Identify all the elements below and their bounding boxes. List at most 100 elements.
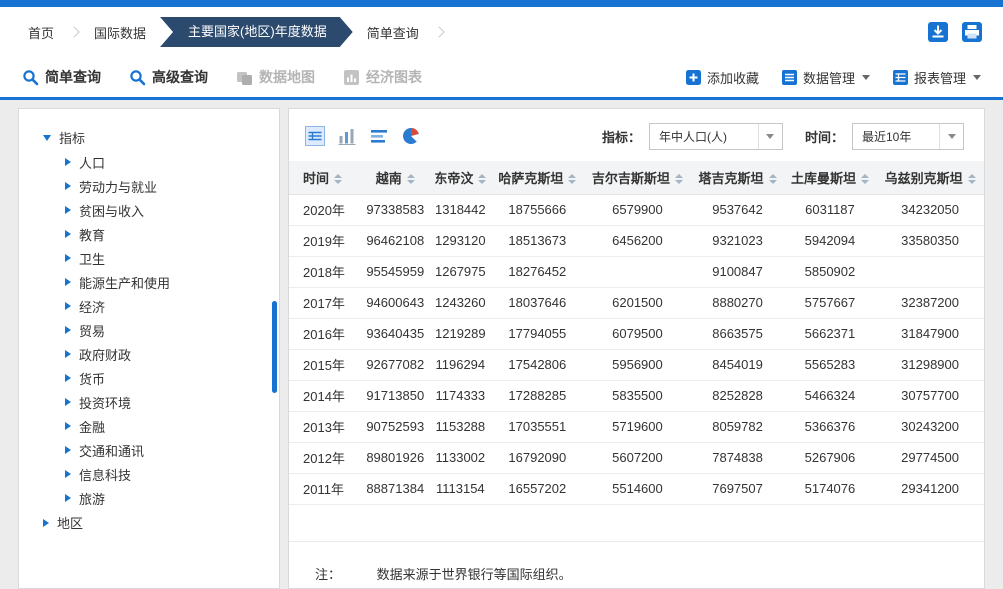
column-header-label: 东帝汶: [434, 171, 473, 186]
table-cell: 5662371: [784, 318, 876, 349]
table-row[interactable]: 2016年93640435121928917794055607950086635…: [289, 318, 984, 349]
chevron-right-icon: [65, 230, 71, 238]
pie-chart-view-icon[interactable]: [401, 126, 421, 146]
map-icon: [236, 69, 253, 86]
breadcrumb: 首页 国际数据主要国家(地区)年度数据简单查询: [20, 17, 451, 47]
column-header-8[interactable]: 乌兹别克斯坦: [876, 161, 984, 194]
source-note: 注： 数据来源于世界银行等国际组织。: [289, 542, 984, 583]
toolbar-item-advanced-query[interactable]: 高级查询: [129, 67, 208, 87]
breadcrumb-tab-1[interactable]: 首页: [20, 23, 62, 42]
sidebar-item-5[interactable]: 卫生: [19, 246, 279, 270]
column-header-2[interactable]: 越南: [361, 161, 430, 194]
sort-icon[interactable]: [334, 174, 342, 184]
chevron-down-icon: [43, 135, 51, 141]
chevron-right-icon: [68, 26, 79, 37]
toolbar-item-simple-query[interactable]: 简单查询: [22, 67, 101, 87]
toolbar-item-data-management[interactable]: 数据管理: [781, 68, 870, 87]
sidebar-item-8[interactable]: 贸易: [19, 318, 279, 342]
download-icon[interactable]: [927, 21, 949, 43]
sidebar-bottom-label: 地区: [57, 513, 83, 532]
toolbar-item-report-management[interactable]: 报表管理: [892, 68, 981, 87]
table-row[interactable]: 2020年97338583131844218755666657990095376…: [289, 194, 984, 225]
sidebar-item-label: 投资环境: [79, 393, 131, 412]
indicator-label: 指标：: [602, 127, 641, 146]
table-row[interactable]: 2012年89801926113300216792090560720078748…: [289, 442, 984, 473]
table-row[interactable]: 2014年91713850117433317288285583550082528…: [289, 380, 984, 411]
table-cell: 8663575: [691, 318, 783, 349]
sort-icon[interactable]: [861, 174, 869, 184]
chevron-right-icon: [65, 470, 71, 478]
table-cell: [876, 256, 984, 287]
indicator-select[interactable]: 年中人口(人): [649, 123, 783, 150]
sort-icon[interactable]: [769, 174, 777, 184]
sidebar-scrollbar-thumb[interactable]: [272, 301, 277, 393]
table-cell: 1219289: [430, 318, 492, 349]
row-year: 2015年: [289, 349, 361, 380]
note-prefix: 注：: [315, 567, 341, 582]
row-year: 2012年: [289, 442, 361, 473]
table-cell: 97338583: [361, 194, 430, 225]
column-header-7[interactable]: 土库曼斯坦: [784, 161, 876, 194]
sidebar-root-indicators[interactable]: 指标: [19, 125, 279, 150]
sort-icon[interactable]: [478, 174, 486, 184]
sidebar: 指标 人口劳动力与就业贫困与收入教育卫生能源生产和使用经济贸易政府财政货币投资环…: [18, 108, 280, 589]
sidebar-item-13[interactable]: 交通和通讯: [19, 438, 279, 462]
table-cell: 29774500: [876, 442, 984, 473]
chevron-right-icon: [65, 326, 71, 334]
sidebar-item-9[interactable]: 政府财政: [19, 342, 279, 366]
table-row[interactable]: 2015年92677082119629417542806595690084540…: [289, 349, 984, 380]
table-header-row: 时间越南东帝汶 哈萨克斯坦吉尔吉斯斯坦塔吉克斯坦土库曼斯坦乌兹别克斯坦: [289, 161, 984, 194]
sidebar-item-label: 旅游: [79, 489, 105, 508]
table-row[interactable]: 2011年88871384111315416557202551460076975…: [289, 473, 984, 504]
filters: 指标： 年中人口(人) 时间： 最近10年: [602, 123, 968, 150]
sidebar-item-10[interactable]: 货币: [19, 366, 279, 390]
sidebar-item-3[interactable]: 贫困与收入: [19, 198, 279, 222]
table-cell: 32387200: [876, 287, 984, 318]
sort-icon[interactable]: [968, 174, 976, 184]
breadcrumb-tab-4[interactable]: 简单查询: [359, 23, 427, 42]
breadcrumb-tab-3[interactable]: 主要国家(地区)年度数据: [160, 17, 353, 47]
toolbar-item-label: 经济图表: [366, 67, 422, 87]
column-header-6[interactable]: 塔吉克斯坦: [691, 161, 783, 194]
column-header-1[interactable]: 时间: [289, 161, 361, 194]
chevron-right-icon: [65, 494, 71, 502]
column-header-3[interactable]: 东帝汶: [430, 161, 492, 194]
breadcrumb-tab-2[interactable]: 国际数据: [86, 23, 154, 42]
toolbar-item-add-favorite[interactable]: 添加收藏: [685, 68, 759, 87]
chevron-right-icon: [65, 158, 71, 166]
time-select[interactable]: 最近10年: [852, 123, 964, 150]
sidebar-root-regions[interactable]: 地区: [19, 510, 279, 535]
sort-icon[interactable]: [568, 174, 576, 184]
table-cell: 95545959: [361, 256, 430, 287]
chevron-right-icon: [65, 374, 71, 382]
table-row[interactable]: 2018年95545959126797518276452910084758509…: [289, 256, 984, 287]
sidebar-item-7[interactable]: 经济: [19, 294, 279, 318]
table-cell: 1133002: [430, 442, 492, 473]
sidebar-item-12[interactable]: 金融: [19, 414, 279, 438]
sidebar-item-11[interactable]: 投资环境: [19, 390, 279, 414]
sidebar-item-4[interactable]: 教育: [19, 222, 279, 246]
sidebar-item-2[interactable]: 劳动力与就业: [19, 174, 279, 198]
sort-icon[interactable]: [675, 174, 683, 184]
toolbar-item-label: 高级查询: [152, 67, 208, 87]
column-header-5[interactable]: 吉尔吉斯斯坦: [584, 161, 692, 194]
sidebar-item-1[interactable]: 人口: [19, 150, 279, 174]
sidebar-item-14[interactable]: 信息科技: [19, 462, 279, 486]
print-icon[interactable]: [961, 21, 983, 43]
column-header-4[interactable]: 哈萨克斯坦: [491, 161, 583, 194]
sidebar-item-6[interactable]: 能源生产和使用: [19, 270, 279, 294]
data-table: 时间越南东帝汶 哈萨克斯坦吉尔吉斯斯坦塔吉克斯坦土库曼斯坦乌兹别克斯坦 2020年…: [289, 161, 984, 505]
table-view-icon[interactable]: [305, 126, 325, 146]
table-row[interactable]: 2019年96462108129312018513673645620093210…: [289, 225, 984, 256]
table-cell: 8880270: [691, 287, 783, 318]
chevron-down-icon: [973, 75, 981, 80]
sidebar-item-15[interactable]: 旅游: [19, 486, 279, 510]
list-view-icon[interactable]: [369, 126, 389, 146]
chevron-down-icon: [758, 124, 782, 149]
table-row[interactable]: 2017年94600643124326018037646620150088802…: [289, 287, 984, 318]
table-row[interactable]: 2013年90752593115328817035551571960080597…: [289, 411, 984, 442]
bar-chart-view-icon[interactable]: [337, 126, 357, 146]
sort-icon[interactable]: [407, 174, 415, 184]
table-cell: 6201500: [584, 287, 692, 318]
table-cell: 5267906: [784, 442, 876, 473]
